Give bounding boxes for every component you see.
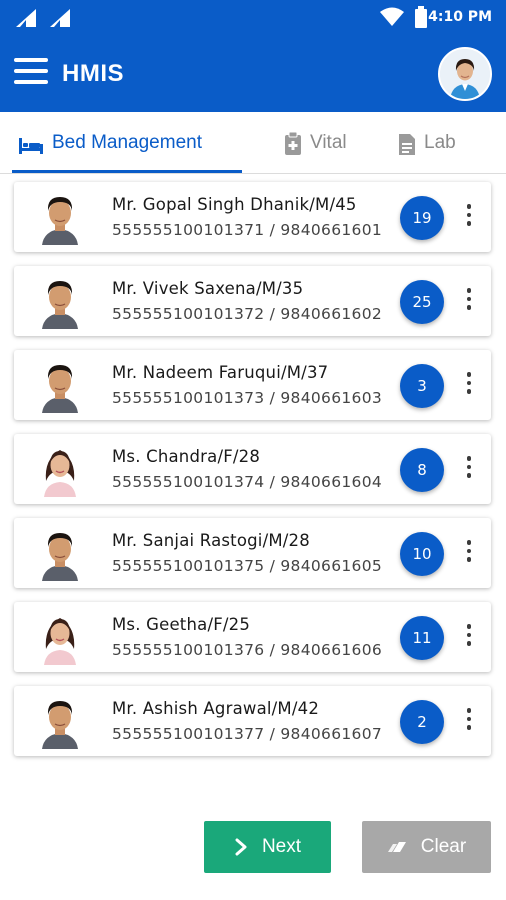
patient-name: Ms. Geetha/F/25 <box>112 615 251 634</box>
patient-photo <box>36 525 84 581</box>
patient-ids: 555555100101373 / 9840661603 <box>112 389 383 407</box>
patient-name: Mr. Gopal Singh Dhanik/M/45 <box>112 195 357 214</box>
cell-signal-icon <box>16 9 36 27</box>
patient-card[interactable]: Mr. Nadeem Faruqui/M/37 555555100101373 /… <box>14 350 491 420</box>
status-time: 4:10 PM <box>428 9 492 25</box>
patient-card[interactable]: Mr. Vivek Saxena/M/35 555555100101372 / 9… <box>14 266 491 336</box>
bed-number-badge[interactable]: 25 <box>400 280 444 324</box>
tab-bed-management-label: Bed Management <box>52 132 202 153</box>
clear-button[interactable]: Clear <box>362 821 491 873</box>
bed-number-badge[interactable]: 2 <box>400 700 444 744</box>
patient-name: Mr. Sanjai Rastogi/M/28 <box>112 531 310 550</box>
more-vert-icon[interactable] <box>462 708 476 734</box>
more-vert-icon[interactable] <box>462 372 476 398</box>
status-bar: 4:10 PM <box>0 0 506 36</box>
tab-lab-label: Lab <box>424 132 456 153</box>
patient-card[interactable]: Mr. Sanjai Rastogi/M/28 555555100101375 /… <box>14 518 491 588</box>
bed-icon <box>19 138 43 154</box>
battery-icon <box>415 6 427 28</box>
patient-photo <box>36 609 84 665</box>
menu-icon[interactable] <box>14 58 48 88</box>
bed-number-badge[interactable]: 10 <box>400 532 444 576</box>
patient-card[interactable]: Mr. Gopal Singh Dhanik/M/45 5555551001013… <box>14 182 491 252</box>
patient-ids: 555555100101374 / 9840661604 <box>112 473 383 491</box>
tab-bar: Bed Management Vital Lab <box>0 112 506 174</box>
more-vert-icon[interactable] <box>462 288 476 314</box>
tab-lab[interactable]: Lab <box>398 132 456 174</box>
bed-number-badge[interactable]: 19 <box>400 196 444 240</box>
bed-number-badge[interactable]: 11 <box>400 616 444 660</box>
tab-vital[interactable]: Vital <box>284 132 347 174</box>
more-vert-icon[interactable] <box>462 540 476 566</box>
more-vert-icon[interactable] <box>462 624 476 650</box>
patient-name: Mr. Vivek Saxena/M/35 <box>112 279 304 298</box>
wifi-icon <box>380 7 404 26</box>
patient-ids: 555555100101377 / 9840661607 <box>112 725 383 743</box>
patient-name: Mr. Nadeem Faruqui/M/37 <box>112 363 329 382</box>
app-title: HMIS <box>62 60 124 87</box>
patient-name: Ms. Chandra/F/28 <box>112 447 261 466</box>
bed-number-badge[interactable]: 3 <box>400 364 444 408</box>
patient-name: Mr. Ashish Agrawal/M/42 <box>112 699 320 718</box>
app-bar: HMIS <box>0 36 506 112</box>
chevron-right-icon <box>235 838 247 856</box>
patient-photo <box>36 693 84 749</box>
tabs-divider <box>0 173 506 174</box>
patient-photo <box>36 273 84 329</box>
doctor-avatar[interactable] <box>438 47 492 101</box>
patient-photo <box>36 357 84 413</box>
clear-button-label: Clear <box>420 836 467 857</box>
patient-card[interactable]: Ms. Chandra/F/28 555555100101374 / 984066… <box>14 434 491 504</box>
bed-number-badge[interactable]: 8 <box>400 448 444 492</box>
patient-photo <box>36 441 84 497</box>
patient-ids: 555555100101375 / 9840661605 <box>112 557 383 575</box>
eraser-icon <box>387 842 406 852</box>
clipboard-icon <box>285 132 301 155</box>
more-vert-icon[interactable] <box>462 456 476 482</box>
next-button[interactable]: Next <box>204 821 331 873</box>
tab-bed-management[interactable]: Bed Management <box>18 132 202 174</box>
tab-vital-label: Vital <box>310 132 347 153</box>
patient-photo <box>36 189 84 245</box>
next-button-label: Next <box>261 836 302 857</box>
patient-card[interactable]: Ms. Geetha/F/25 555555100101376 / 9840661… <box>14 602 491 672</box>
patient-card[interactable]: Mr. Ashish Agrawal/M/42 555555100101377 /… <box>14 686 491 756</box>
lab-report-icon <box>399 134 415 155</box>
more-vert-icon[interactable] <box>462 204 476 230</box>
patient-ids: 555555100101371 / 9840661601 <box>112 221 383 239</box>
cell-signal-icon-2 <box>50 9 70 27</box>
patient-ids: 555555100101372 / 9840661602 <box>112 305 383 323</box>
patient-ids: 555555100101376 / 9840661606 <box>112 641 383 659</box>
